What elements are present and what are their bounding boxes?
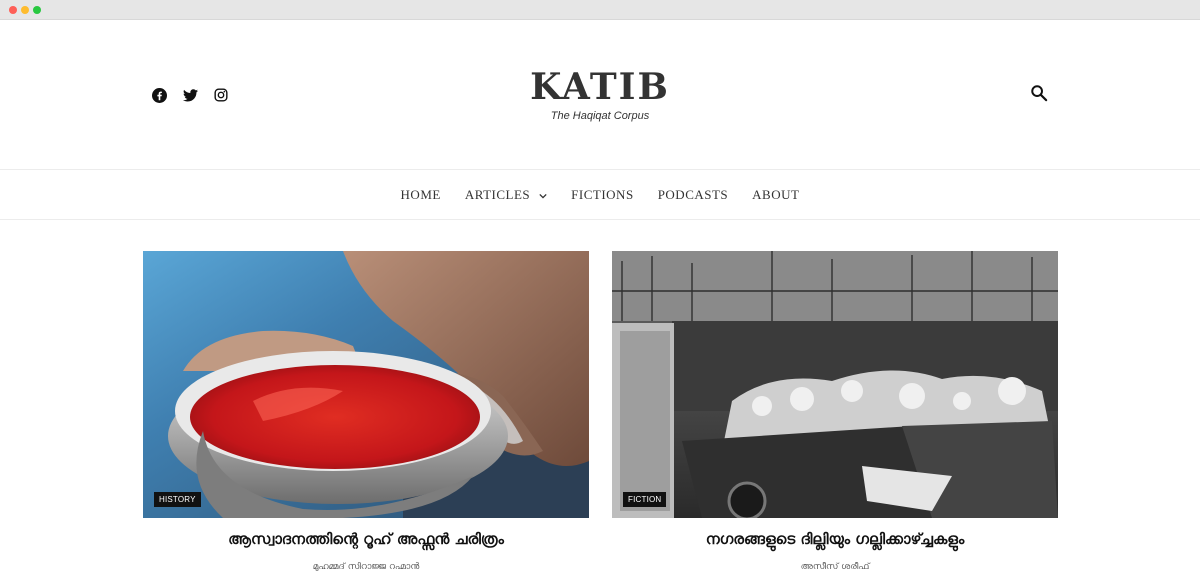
post-title[interactable]: ആസ്വാദനത്തിന്റെ റൂഹ് അഫ്സൻ ചരിത്രം xyxy=(143,530,589,548)
instagram-icon[interactable] xyxy=(212,86,230,104)
nav-item-label: PODCASTS xyxy=(657,186,729,202)
post-title[interactable]: നഗരങ്ങളുടെ ദില്ലിയും ഗല്ലിക്കാഴ്ച്ചകളും xyxy=(612,530,1058,548)
nav-item-articles[interactable]: ARTICLES xyxy=(465,187,547,203)
nav-item-fictions[interactable]: FICTIONS xyxy=(571,187,634,203)
site-header: KATIB The Haqiqat Corpus xyxy=(0,20,1200,169)
post-card: HISTORY ആസ്വാദനത്തിന്റെ റൂഹ് അഫ്സൻ ചരിത്… xyxy=(143,251,589,572)
category-badge[interactable]: HISTORY xyxy=(154,492,201,507)
social-links xyxy=(150,86,230,104)
browser-chrome xyxy=(0,0,1200,20)
garbage-cart-bw-photo xyxy=(612,251,1058,518)
nav-item-label: ABOUT xyxy=(752,186,800,202)
window-maximize-button[interactable] xyxy=(33,6,41,14)
man-drinking-red-drink-photo xyxy=(143,251,589,518)
window-close-button[interactable] xyxy=(9,6,17,14)
nav-item-home[interactable]: HOME xyxy=(401,187,441,203)
twitter-icon[interactable] xyxy=(181,86,199,104)
chevron-down-icon[interactable] xyxy=(539,187,547,203)
post-thumbnail[interactable]: FICTION xyxy=(612,251,1058,518)
site-logo[interactable]: KATIB xyxy=(400,66,800,108)
search-icon[interactable] xyxy=(1030,84,1050,104)
site-branding: KATIB The Haqiqat Corpus xyxy=(400,66,800,122)
post-thumbnail[interactable]: HISTORY xyxy=(143,251,589,518)
facebook-icon[interactable] xyxy=(150,86,168,104)
post-card: FICTION നഗരങ്ങളുടെ ദില്ലിയും ഗല്ലിക്കാഴ്… xyxy=(612,251,1058,572)
category-badge[interactable]: FICTION xyxy=(623,492,667,507)
site-tagline: The Haqiqat Corpus xyxy=(550,110,650,122)
nav-item-podcasts[interactable]: PODCASTS xyxy=(658,187,728,203)
nav-item-label: FICTIONS xyxy=(571,186,634,202)
post-author[interactable]: മുഹമ്മദ് സിറാജ്ജ റഹ്മാൻ xyxy=(143,562,589,572)
nav-item-label: HOME xyxy=(400,186,441,202)
post-author[interactable]: അസീസ് ശരീഫ് xyxy=(612,562,1058,572)
nav-item-label: ARTICLES xyxy=(464,186,531,202)
window-minimize-button[interactable] xyxy=(21,6,29,14)
nav-item-about[interactable]: ABOUT xyxy=(752,187,799,203)
main-navigation: HOME ARTICLES FICTIONS PODCASTS ABOUT xyxy=(0,169,1200,220)
